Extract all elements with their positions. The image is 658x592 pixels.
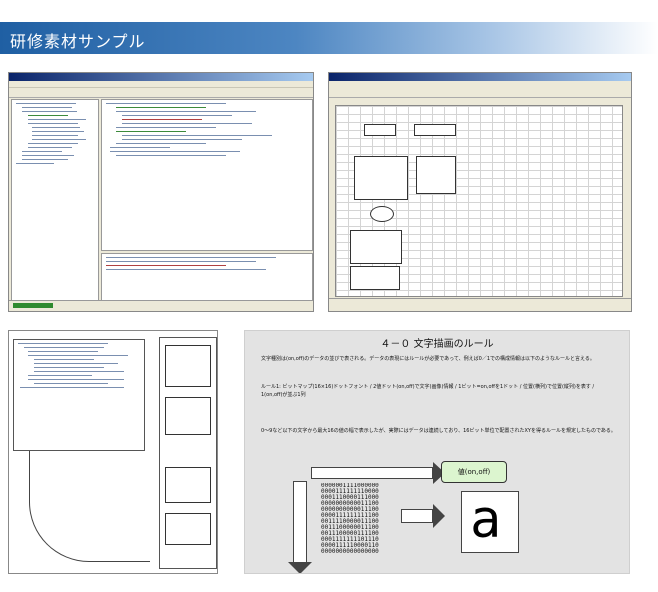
glyph-character: a bbox=[470, 490, 502, 550]
slide-paragraph: ルール1: ビットマップ(16×16)ドットフォント / 2値ドット(on,of… bbox=[261, 384, 595, 398]
bitmap-bits: 0000001111000000 0000111111110000 000111… bbox=[321, 483, 379, 555]
status-bar bbox=[9, 300, 313, 311]
console-panel bbox=[101, 253, 313, 301]
window-titlebar bbox=[329, 73, 631, 81]
project-tree bbox=[11, 99, 99, 301]
down-arrow-shape bbox=[288, 481, 312, 573]
right-arrow-shape bbox=[311, 462, 445, 484]
memory-block bbox=[165, 345, 211, 387]
flow-diagram-image bbox=[8, 330, 218, 574]
memory-block bbox=[165, 467, 211, 503]
page-title: 研修素材サンプル bbox=[10, 32, 146, 51]
status-indicator bbox=[13, 303, 53, 308]
right-arrow-shape bbox=[401, 504, 445, 528]
rendered-glyph: a bbox=[461, 490, 519, 553]
spreadsheet-screenshot bbox=[328, 72, 632, 312]
memory-block bbox=[165, 397, 211, 435]
slide-paragraph: 0～9など以下の文字から最大16の値の幅で表示したが、実際にはデータは連続してお… bbox=[261, 428, 616, 434]
connector-line bbox=[29, 451, 150, 562]
page-header: 研修素材サンプル bbox=[0, 22, 658, 54]
code-editor bbox=[101, 99, 313, 251]
sheet-tabs-bar bbox=[329, 298, 631, 311]
lecture-slide: ４－０ 文字描画のルール 文字種別は(on,off)のデータの並びで表される。デ… bbox=[244, 330, 630, 574]
memory-block bbox=[165, 513, 211, 545]
sheet-grid bbox=[335, 105, 623, 297]
ide-screenshot bbox=[8, 72, 314, 312]
callout-value-label: 値(on,off) bbox=[441, 461, 507, 483]
code-listing-box bbox=[13, 339, 145, 451]
slide-title: ４－０ 文字描画のルール bbox=[380, 339, 494, 350]
slide-paragraph: 文字種別は(on,off)のデータの並びで表される。データの表現にはルールが必要… bbox=[261, 356, 595, 362]
toolbar bbox=[9, 88, 313, 98]
toolbar bbox=[329, 81, 631, 98]
window-titlebar bbox=[9, 73, 313, 81]
menu-bar bbox=[9, 81, 313, 88]
